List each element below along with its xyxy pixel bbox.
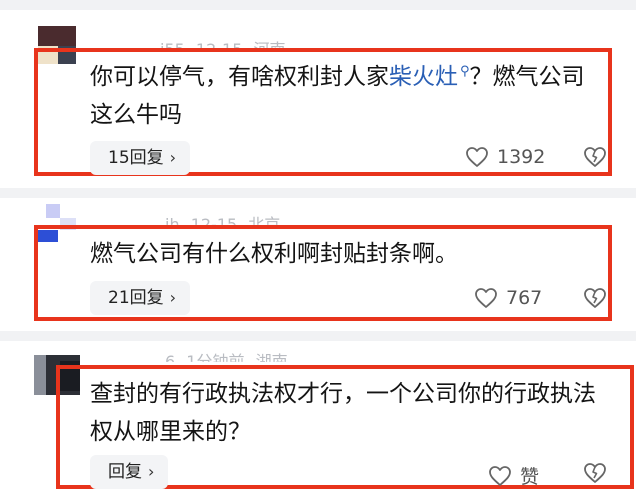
like-button[interactable]: 赞 <box>488 462 539 489</box>
reply-button[interactable]: 21回复 › <box>90 281 191 315</box>
broken-heart-icon <box>584 147 606 167</box>
comment-text: 查封的有行政执法权才行，一个公司你的行政执法权从哪里来的？ <box>90 381 596 445</box>
broken-heart-icon <box>584 463 606 483</box>
like-button[interactable]: 767 <box>474 287 542 309</box>
heart-outline-icon <box>489 465 511 486</box>
like-count: 赞 <box>520 466 540 488</box>
heart-outline-icon <box>466 147 488 167</box>
like-button[interactable]: 1392 <box>465 146 545 168</box>
search-link[interactable]: 柴火灶 ⚲ <box>389 64 470 90</box>
reply-count: 回复 <box>108 462 142 482</box>
dislike-button[interactable] <box>583 146 607 168</box>
chevron-right-icon: › <box>169 288 177 307</box>
reply-button[interactable]: 回复 › <box>90 455 169 489</box>
comment-divider <box>0 0 636 10</box>
chevron-right-icon: › <box>169 148 177 167</box>
reply-button[interactable]: 15回复 › <box>90 141 191 175</box>
like-count: 1392 <box>497 146 546 168</box>
chevron-right-icon: › <box>148 462 155 481</box>
comment-text: 你可以停气，有啥权利封人家柴火灶 ⚲？燃气公司这么牛吗 <box>90 64 585 128</box>
reply-count: 15回复 <box>108 148 164 168</box>
dislike-button[interactable] <box>583 287 607 309</box>
reply-count: 21回复 <box>108 288 164 308</box>
comment-divider <box>0 331 636 341</box>
heart-outline-icon <box>475 288 497 308</box>
like-count: 767 <box>506 287 543 309</box>
dislike-button[interactable] <box>583 462 607 484</box>
comment-text: 燃气公司有什么权利啊封贴封条啊。 <box>90 241 458 267</box>
broken-heart-icon <box>584 288 606 308</box>
search-icon: ⚲ <box>460 64 470 80</box>
comment-divider <box>0 188 636 198</box>
